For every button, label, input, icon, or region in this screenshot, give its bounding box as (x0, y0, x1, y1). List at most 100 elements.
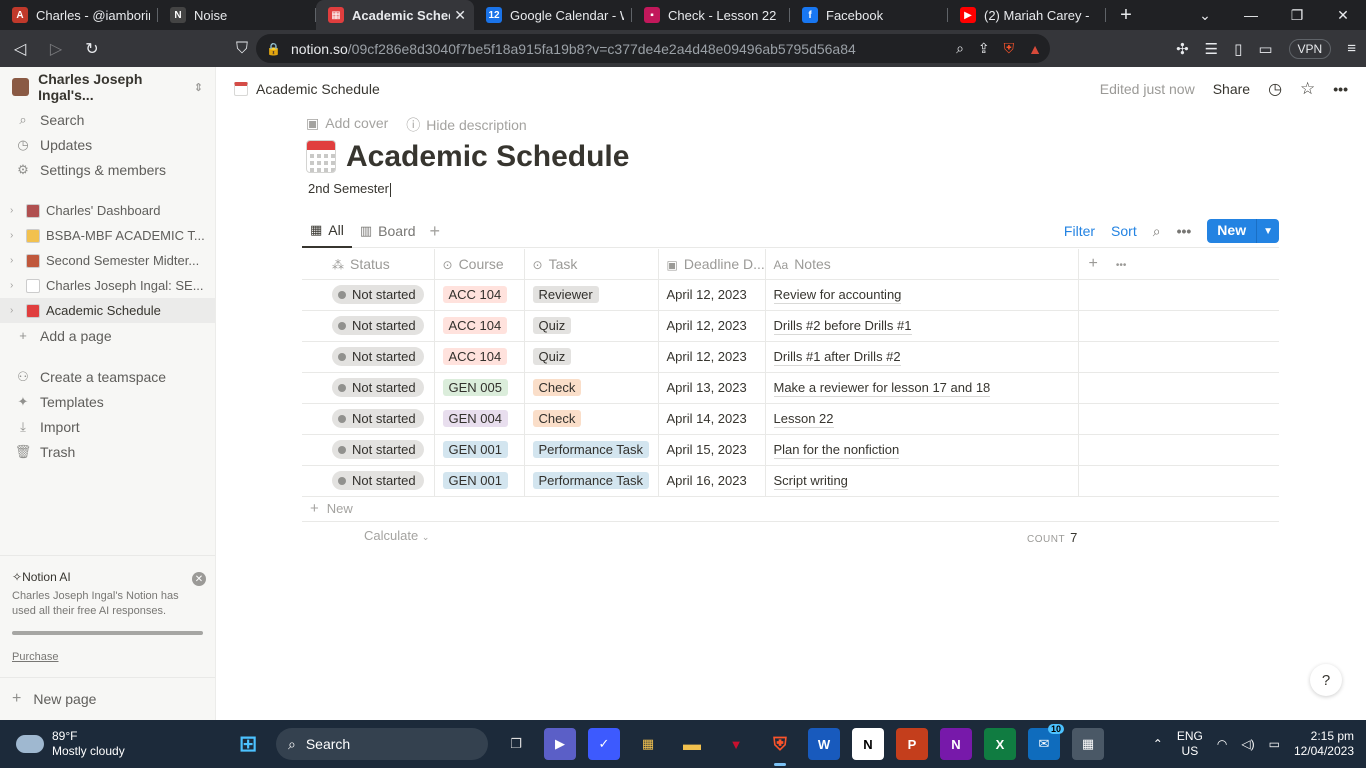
status-cell[interactable]: Not started (302, 465, 435, 497)
sidebar-item-trash[interactable]: 🗑 Trash (0, 439, 215, 464)
word-icon[interactable]: W (808, 728, 840, 760)
task-cell[interactable]: Reviewer (524, 279, 659, 311)
mail-icon[interactable]: ✉ 10 (1028, 724, 1064, 760)
extensions-icon[interactable]: ✣ (1176, 40, 1189, 58)
deadline-cell[interactable]: April 13, 2023 (658, 372, 766, 404)
table-row[interactable]: Not started GEN 005 Check April 13, 2023 Mak… (302, 372, 1279, 404)
store-icon[interactable]: ▦ (632, 728, 664, 760)
powerpoint-icon[interactable]: P (896, 728, 928, 760)
column-header-deadline-d[interactable]: ▣ Deadline D... (658, 249, 766, 280)
column-header-course[interactable]: ⊙ Course (434, 249, 525, 280)
windows-start-icon[interactable]: ⊞ (232, 728, 264, 760)
vpn-button[interactable]: VPN (1288, 38, 1332, 59)
column-header-notes[interactable]: Aa Notes (765, 249, 1079, 280)
page-title[interactable]: Academic Schedule (346, 140, 629, 174)
purchase-link[interactable]: Purchase (12, 651, 58, 663)
app-icon[interactable]: ✓ (588, 728, 620, 760)
more-icon[interactable]: ••• (1177, 223, 1192, 239)
breadcrumb[interactable]: Academic Schedule (256, 81, 380, 97)
onenote-icon[interactable]: N (940, 728, 972, 760)
address-bar[interactable]: 🔒 notion.so/09cf286e8d3040f7be5f18a915fa… (256, 34, 1050, 63)
search-icon[interactable]: ⌕ (1153, 223, 1161, 240)
task-view-icon[interactable]: ❐ (500, 728, 532, 760)
course-cell[interactable]: GEN 004 (434, 403, 525, 435)
status-cell[interactable]: Not started (302, 279, 435, 311)
browser-tab[interactable]: 12 Google Calendar - We (474, 0, 632, 30)
chevron-down-icon[interactable]: ▼ (1256, 219, 1279, 243)
browser-tab[interactable]: ▶ (2) Mariah Carey - (948, 0, 1106, 30)
course-cell[interactable]: ACC 104 (434, 279, 525, 311)
status-cell[interactable]: Not started (302, 341, 435, 373)
bookmark-icon[interactable]: ⛉ (226, 35, 258, 63)
clock[interactable]: 2:15 pm 12/04/2023 (1294, 729, 1354, 759)
chevron-right-icon[interactable]: › (10, 230, 24, 241)
page-description[interactable]: 2nd Semester (308, 181, 391, 197)
volume-icon[interactable]: ◁) (1241, 737, 1254, 751)
status-cell[interactable]: Not started (302, 310, 435, 342)
task-cell[interactable]: Performance Task (524, 434, 659, 466)
deadline-cell[interactable]: April 12, 2023 (658, 279, 766, 311)
star-icon[interactable]: ☆ (1300, 79, 1315, 99)
sidebar-page[interactable]: › Charles' Dashboard (0, 198, 215, 223)
file-explorer-icon[interactable]: ▬ (676, 728, 708, 760)
sort-button[interactable]: Sort (1111, 223, 1137, 239)
calendar-icon[interactable] (306, 140, 336, 173)
notes-cell[interactable]: Drills #1 after Drills #2 (765, 341, 1079, 373)
add-row-button[interactable]: + New (302, 495, 1279, 522)
deadline-cell[interactable]: April 16, 2023 (658, 465, 766, 497)
chevron-up-icon[interactable]: ⌃ (1153, 737, 1163, 751)
table-row[interactable]: Not started ACC 104 Quiz April 12, 2023 Dril… (302, 310, 1279, 342)
table-row[interactable]: Not started ACC 104 Reviewer April 12, 2023… (302, 279, 1279, 311)
chevron-right-icon[interactable]: › (10, 255, 24, 266)
task-cell[interactable]: Quiz (524, 341, 659, 373)
add-page-button[interactable]: + Add a page (0, 323, 215, 348)
share-page-icon[interactable]: ⇪ (978, 40, 990, 57)
zoom-icon[interactable]: ⌕ (956, 40, 964, 57)
help-button[interactable]: ? (1310, 664, 1342, 696)
browser-tab[interactable]: A Charles - @iamboring (0, 0, 158, 30)
restore-icon[interactable]: ❐ (1274, 7, 1320, 24)
browser-tab[interactable]: ▪ Check - Lesson 22 (632, 0, 790, 30)
course-cell[interactable]: GEN 001 (434, 465, 525, 497)
menu-icon[interactable]: ≡ (1347, 40, 1356, 57)
hide-description-button[interactable]: ⓘ Hide description (406, 115, 526, 135)
deadline-cell[interactable]: April 12, 2023 (658, 341, 766, 373)
new-page-button[interactable]: + New page (0, 677, 215, 720)
sidebar-item-search[interactable]: ⌕ Search (0, 107, 215, 132)
minimize-icon[interactable]: — (1228, 7, 1274, 23)
chevron-right-icon[interactable]: › (10, 280, 24, 291)
view-tab-board[interactable]: ▥ Board (352, 215, 424, 248)
playlist-icon[interactable]: ☰ (1205, 40, 1218, 58)
taskbar-search[interactable]: ⌕ Search (276, 728, 488, 760)
status-cell[interactable]: Not started (302, 372, 435, 404)
notes-cell[interactable]: Review for accounting (765, 279, 1079, 311)
wifi-icon[interactable]: ◠ (1217, 737, 1227, 751)
workspace-switcher[interactable]: Charles Joseph Ingal's... ⇕ (0, 67, 215, 107)
browser-tab[interactable]: N Noise (158, 0, 316, 30)
task-cell[interactable]: Check (524, 403, 659, 435)
sidebar-item-updates[interactable]: ◷ Updates (0, 132, 215, 157)
language-indicator[interactable]: ENG US (1177, 729, 1203, 759)
table-row[interactable]: Not started GEN 001 Performance Task April … (302, 465, 1279, 497)
course-cell[interactable]: GEN 001 (434, 434, 525, 466)
course-cell[interactable]: ACC 104 (434, 341, 525, 373)
chevron-right-icon[interactable]: › (10, 205, 24, 216)
forward-icon[interactable]: ▷ (40, 35, 72, 63)
teams-icon[interactable]: ▶ (544, 728, 576, 760)
notes-cell[interactable]: Plan for the nonfiction (765, 434, 1079, 466)
browser-tab[interactable]: ▦ Academic Schedul✕ (316, 0, 474, 30)
deadline-cell[interactable]: April 12, 2023 (658, 310, 766, 342)
history-icon[interactable]: ◷ (1268, 79, 1282, 99)
chevron-right-icon[interactable]: › (10, 305, 24, 316)
close-window-icon[interactable]: ✕ (1320, 7, 1366, 24)
sidebar-item-templates[interactable]: ✦ Templates (0, 389, 215, 414)
sidebar-page[interactable]: › Second Semester Midter... (0, 248, 215, 273)
column-header-task[interactable]: ⊙ Task (524, 249, 659, 280)
sidebar-page[interactable]: › BSBA-MBF ACADEMIC T... (0, 223, 215, 248)
notes-cell[interactable]: Drills #2 before Drills #1 (765, 310, 1079, 342)
browser-tab[interactable]: f Facebook (790, 0, 948, 30)
sidebar-toggle-icon[interactable]: ▯ (1234, 40, 1242, 58)
task-cell[interactable]: Quiz (524, 310, 659, 342)
add-view-icon[interactable]: + (430, 221, 441, 242)
brave-shield-icon[interactable]: ⛨ (1004, 40, 1015, 57)
